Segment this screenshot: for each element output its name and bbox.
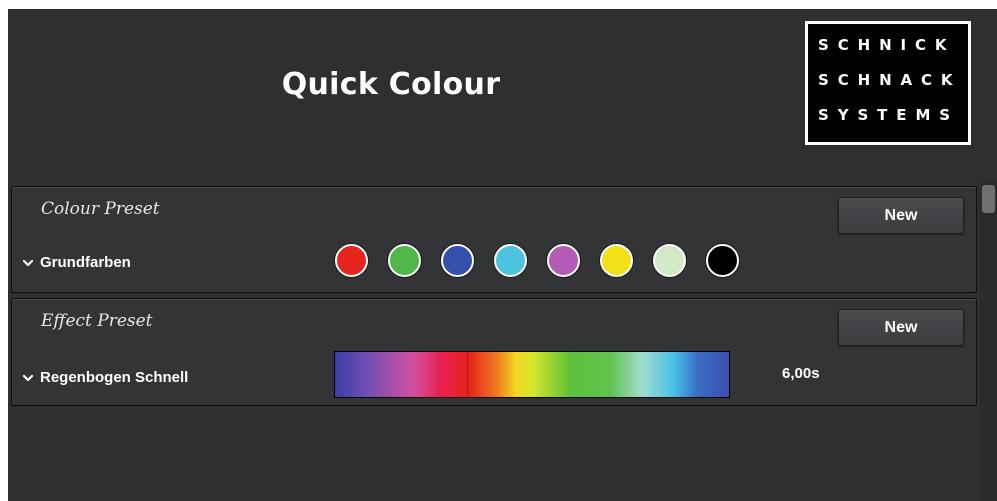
effect-preset-item-regenbogen-schnell[interactable]: Regenbogen Schnell [20,369,188,386]
scrollbar-thumb[interactable] [982,185,995,213]
logo-line-1: SCHNICK [818,36,956,54]
colour-swatches [335,244,759,277]
swatch-magenta[interactable] [547,244,580,277]
effect-preset-panel: Effect Preset New Regenbogen Schnell 6,0… [11,298,977,406]
logo-line-2: SCHNACK [818,71,962,89]
effect-preset-header: Effect Preset [41,311,153,331]
colour-preset-panel: Colour Preset New Grundfarben [11,186,977,293]
colour-preset-header: Colour Preset [41,199,160,219]
swatch-yellow[interactable] [600,244,633,277]
vertical-scrollbar[interactable] [980,181,997,501]
quick-colour-window: Quick Colour SCHNICK SCHNACK SYSTEMS Col… [8,9,997,501]
effect-duration: 6,00s [782,365,820,382]
new-effect-preset-button[interactable]: New [838,309,964,346]
chevron-down-icon[interactable] [20,255,36,271]
page-title: Quick Colour [281,67,501,102]
chevron-down-icon[interactable] [20,370,36,386]
swatch-red[interactable] [335,244,368,277]
gradient-marker [467,352,468,397]
swatch-black[interactable] [706,244,739,277]
colour-preset-name: Grundfarben [40,254,131,271]
schnick-schnack-systems-logo: SCHNICK SCHNACK SYSTEMS [805,21,971,145]
swatch-pale-green[interactable] [653,244,686,277]
swatch-cyan[interactable] [494,244,527,277]
swatch-blue[interactable] [441,244,474,277]
logo-line-3: SYSTEMS [818,106,959,124]
swatch-green[interactable] [388,244,421,277]
effect-preset-name: Regenbogen Schnell [40,369,189,386]
colour-preset-item-grundfarben[interactable]: Grundfarben [20,254,131,271]
new-colour-preset-button[interactable]: New [838,197,964,234]
rainbow-effect-gradient[interactable] [334,351,730,398]
